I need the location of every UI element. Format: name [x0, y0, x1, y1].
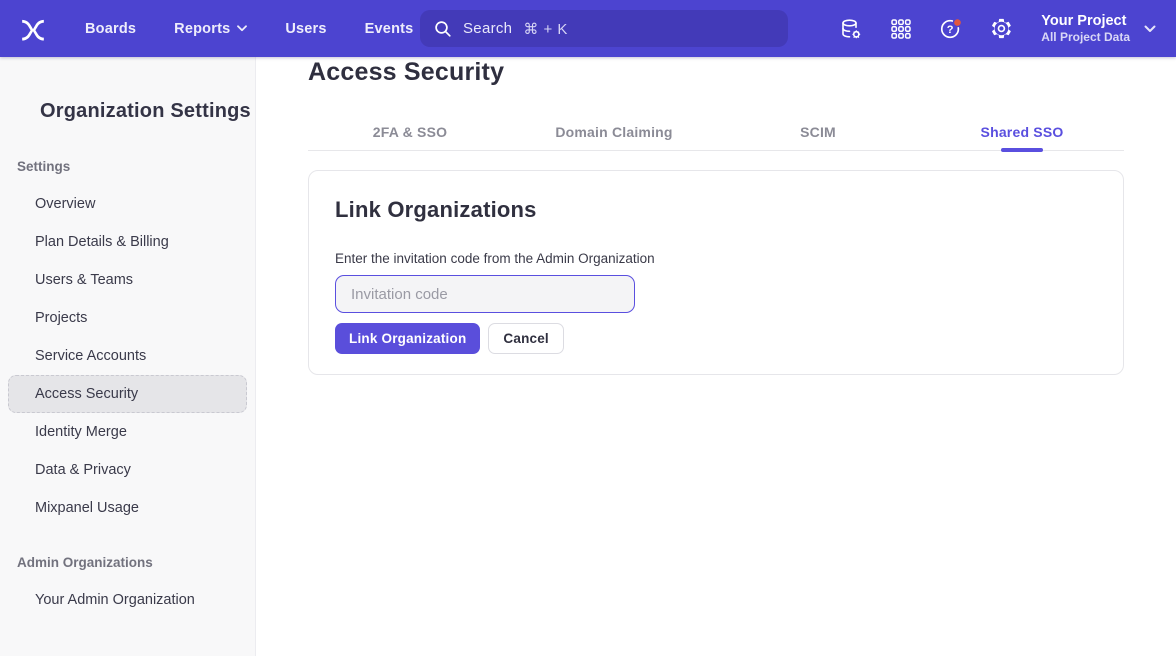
primary-nav: Boards Reports Users Events — [85, 21, 413, 37]
settings-gear-icon[interactable] — [989, 17, 1013, 41]
sidebar-section-admin-organizations: Admin Organizations — [17, 556, 255, 570]
global-search-input[interactable]: Search ⌘ + K — [420, 10, 788, 47]
sidebar-title: Organization Settings — [40, 101, 255, 121]
nav-item-users[interactable]: Users — [285, 21, 326, 37]
sidebar-item-access-security[interactable]: Access Security — [8, 375, 247, 413]
nav-item-boards[interactable]: Boards — [85, 21, 136, 37]
project-name: Your Project — [1041, 12, 1126, 30]
nav-item-events[interactable]: Events — [365, 21, 414, 37]
project-data-view: All Project Data — [1041, 30, 1130, 45]
tab-label: 2FA & SSO — [373, 124, 447, 140]
tab-scim[interactable]: SCIM — [716, 112, 920, 150]
sidebar-item-overview[interactable]: Overview — [8, 185, 247, 223]
sidebar-item-mixpanel-usage[interactable]: Mixpanel Usage — [8, 489, 247, 527]
data-management-icon[interactable] — [839, 17, 863, 41]
search-icon — [434, 20, 452, 38]
navbar-right-cluster: ? Your Project All Project Data — [839, 0, 1156, 57]
sidebar-settings-list: Overview Plan Details & Billing Users & … — [8, 185, 247, 527]
sidebar-item-projects[interactable]: Projects — [8, 299, 247, 337]
tab-domain-claiming[interactable]: Domain Claiming — [512, 112, 716, 150]
tab-label: Domain Claiming — [555, 124, 672, 140]
nav-item-label: Reports — [174, 21, 230, 37]
svg-text:?: ? — [947, 24, 954, 36]
apps-grid-icon[interactable] — [889, 17, 913, 41]
project-selector[interactable]: Your Project All Project Data — [1041, 12, 1156, 45]
tab-2fa-sso[interactable]: 2FA & SSO — [308, 112, 512, 150]
settings-sidebar: Organization Settings Settings Overview … — [0, 57, 256, 656]
sidebar-item-service-accounts[interactable]: Service Accounts — [8, 337, 247, 375]
tab-shared-sso[interactable]: Shared SSO — [920, 112, 1124, 150]
chevron-down-icon — [1144, 25, 1156, 33]
cancel-button[interactable]: Cancel — [488, 323, 563, 354]
search-placeholder: Search — [463, 20, 512, 37]
nav-item-label: Users — [285, 21, 326, 37]
sidebar-section-settings: Settings — [17, 160, 255, 174]
top-navbar: Boards Reports Users Events Search ⌘ + K — [0, 0, 1176, 57]
card-title: Link Organizations — [335, 197, 1097, 223]
sidebar-item-your-admin-organization[interactable]: Your Admin Organization — [8, 581, 247, 619]
card-actions: Link Organization Cancel — [335, 323, 1097, 354]
access-security-tabs: 2FA & SSO Domain Claiming SCIM Shared SS… — [308, 112, 1124, 151]
active-tab-indicator — [1001, 148, 1043, 152]
mixpanel-logo-icon[interactable] — [16, 12, 50, 46]
nav-item-reports[interactable]: Reports — [174, 21, 247, 37]
tab-label: Shared SSO — [981, 124, 1064, 140]
nav-item-label: Events — [365, 21, 414, 37]
link-organizations-card: Link Organizations Enter the invitation … — [308, 170, 1124, 375]
search-shortcut-hint: ⌘ + K — [523, 20, 568, 38]
page-title: Access Security — [308, 57, 1124, 87]
main-content: Access Security 2FA & SSO Domain Claimin… — [256, 57, 1176, 375]
help-icon[interactable]: ? — [939, 17, 963, 41]
invitation-code-help-text: Enter the invitation code from the Admin… — [335, 251, 1097, 267]
sidebar-item-users-teams[interactable]: Users & Teams — [8, 261, 247, 299]
sidebar-admin-list: Your Admin Organization — [8, 581, 247, 619]
sidebar-item-identity-merge[interactable]: Identity Merge — [8, 413, 247, 451]
link-organization-button[interactable]: Link Organization — [335, 323, 480, 354]
invitation-code-input[interactable] — [335, 275, 635, 313]
tab-label: SCIM — [800, 124, 836, 140]
sidebar-item-plan-details-billing[interactable]: Plan Details & Billing — [8, 223, 247, 261]
nav-item-label: Boards — [85, 21, 136, 37]
chevron-down-icon — [237, 25, 247, 32]
project-selector-labels: Your Project All Project Data — [1041, 12, 1130, 45]
sidebar-item-data-privacy[interactable]: Data & Privacy — [8, 451, 247, 489]
